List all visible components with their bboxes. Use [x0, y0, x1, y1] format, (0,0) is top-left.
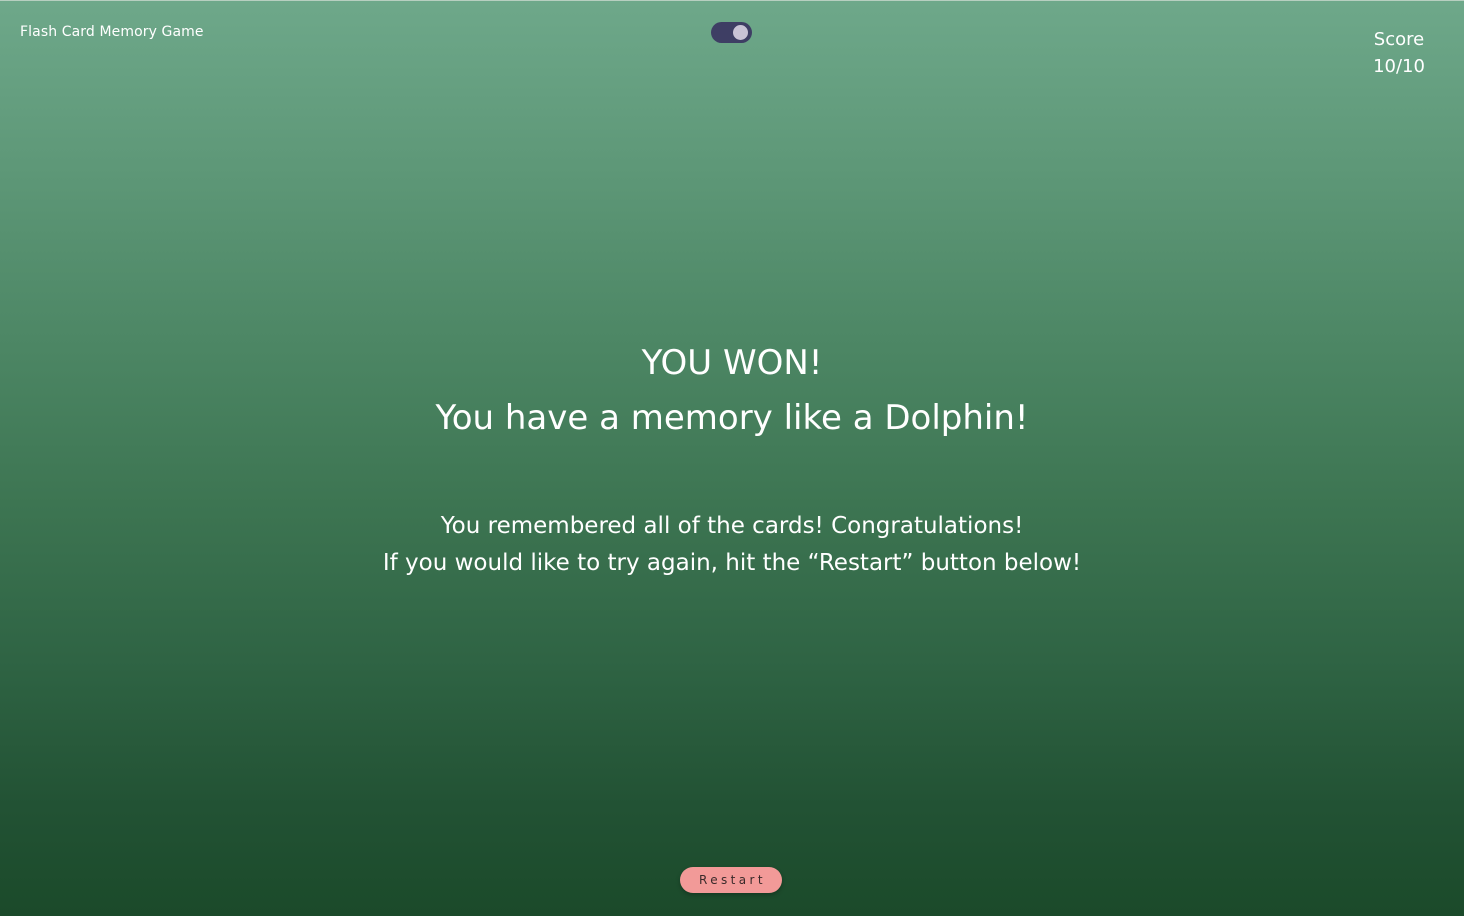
app-title: Flash Card Memory Game [20, 24, 204, 40]
win-subheadline: You have a memory like a Dolphin! [435, 398, 1029, 438]
score-label: Score [1373, 29, 1425, 50]
win-headline: YOU WON! [641, 343, 823, 383]
restart-button[interactable]: Restart [680, 867, 782, 893]
win-message-line-2: If you would like to try again, hit the … [382, 550, 1082, 576]
score-value: 10/10 [1373, 56, 1425, 77]
win-message-line-1: You remembered all of the cards! Congrat… [440, 513, 1024, 539]
score-panel: Score 10/10 [1354, 26, 1444, 80]
top-border [0, 0, 1464, 1]
toggle-knob [733, 25, 748, 40]
theme-toggle[interactable] [711, 22, 752, 43]
